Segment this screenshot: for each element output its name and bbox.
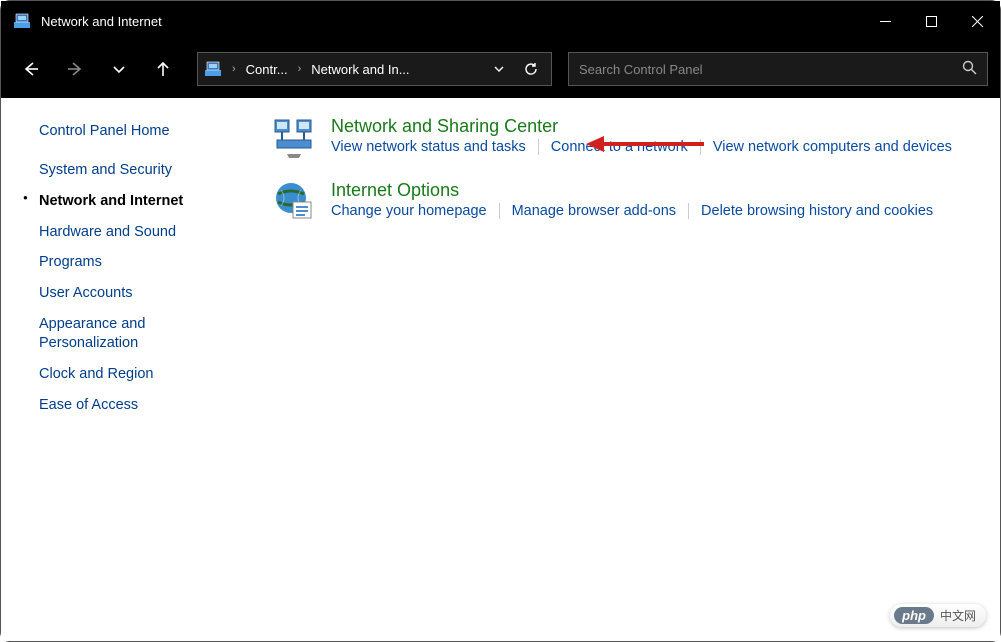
chevron-right-icon[interactable]: › — [296, 63, 304, 75]
link-delete-history[interactable]: Delete browsing history and cookies — [689, 203, 945, 219]
minimize-button[interactable] — [862, 1, 908, 41]
sidebar-item-hardware-sound[interactable]: Hardware and Sound — [1, 217, 241, 248]
link-change-homepage[interactable]: Change your homepage — [331, 203, 499, 219]
content-area: Control Panel Home System and Security N… — [1, 98, 1000, 641]
network-sharing-icon — [273, 116, 315, 158]
search-box[interactable] — [568, 52, 988, 86]
sidebar-item-appearance[interactable]: Appearance and Personalization — [1, 309, 241, 359]
app-icon — [13, 12, 31, 30]
maximize-button[interactable] — [908, 1, 954, 41]
sidebar-item-clock-region[interactable]: Clock and Region — [1, 359, 241, 390]
link-manage-addons[interactable]: Manage browser add-ons — [500, 203, 688, 219]
link-connect-network[interactable]: Connect to a network — [539, 139, 700, 155]
category-internet-options: Internet Options Change your homepage Ma… — [273, 180, 970, 222]
back-button[interactable] — [13, 51, 49, 87]
sidebar-home[interactable]: Control Panel Home — [1, 116, 241, 155]
sidebar-item-programs[interactable]: Programs — [1, 247, 241, 278]
main-panel: Network and Sharing Center View network … — [241, 98, 1000, 641]
navigation-toolbar: › Contr... › Network and In... — [1, 41, 1000, 98]
sidebar-item-system-security[interactable]: System and Security — [1, 155, 241, 186]
category-title-network-sharing[interactable]: Network and Sharing Center — [331, 116, 558, 137]
sidebar-item-user-accounts[interactable]: User Accounts — [1, 278, 241, 309]
up-button[interactable] — [145, 51, 181, 87]
link-view-network-computers[interactable]: View network computers and devices — [701, 139, 964, 155]
forward-button[interactable] — [57, 51, 93, 87]
internet-options-icon — [273, 180, 315, 222]
sidebar-item-ease-access[interactable]: Ease of Access — [1, 390, 241, 421]
sidebar-item-network-internet[interactable]: Network and Internet — [1, 186, 241, 217]
window-title: Network and Internet — [41, 14, 162, 29]
watermark: php 中文网 — [890, 604, 986, 627]
address-icon — [204, 60, 222, 78]
breadcrumb-control-panel[interactable]: Contr... — [242, 62, 292, 77]
address-bar[interactable]: › Contr... › Network and In... — [197, 52, 552, 86]
link-view-network-status[interactable]: View network status and tasks — [331, 139, 538, 155]
recent-locations-button[interactable] — [101, 51, 137, 87]
category-title-internet-options[interactable]: Internet Options — [331, 180, 459, 201]
title-bar: Network and Internet — [1, 1, 1000, 41]
refresh-button[interactable] — [517, 55, 545, 83]
chevron-right-icon[interactable]: › — [230, 63, 238, 75]
search-input[interactable] — [579, 62, 962, 77]
breadcrumb-network-internet[interactable]: Network and In... — [307, 62, 413, 77]
watermark-text: 中文网 — [940, 607, 976, 624]
category-network-sharing: Network and Sharing Center View network … — [273, 116, 970, 158]
sidebar: Control Panel Home System and Security N… — [1, 98, 241, 641]
address-dropdown-button[interactable] — [485, 55, 513, 83]
watermark-badge: php — [894, 607, 934, 624]
close-button[interactable] — [954, 1, 1000, 41]
search-icon[interactable] — [962, 60, 977, 78]
